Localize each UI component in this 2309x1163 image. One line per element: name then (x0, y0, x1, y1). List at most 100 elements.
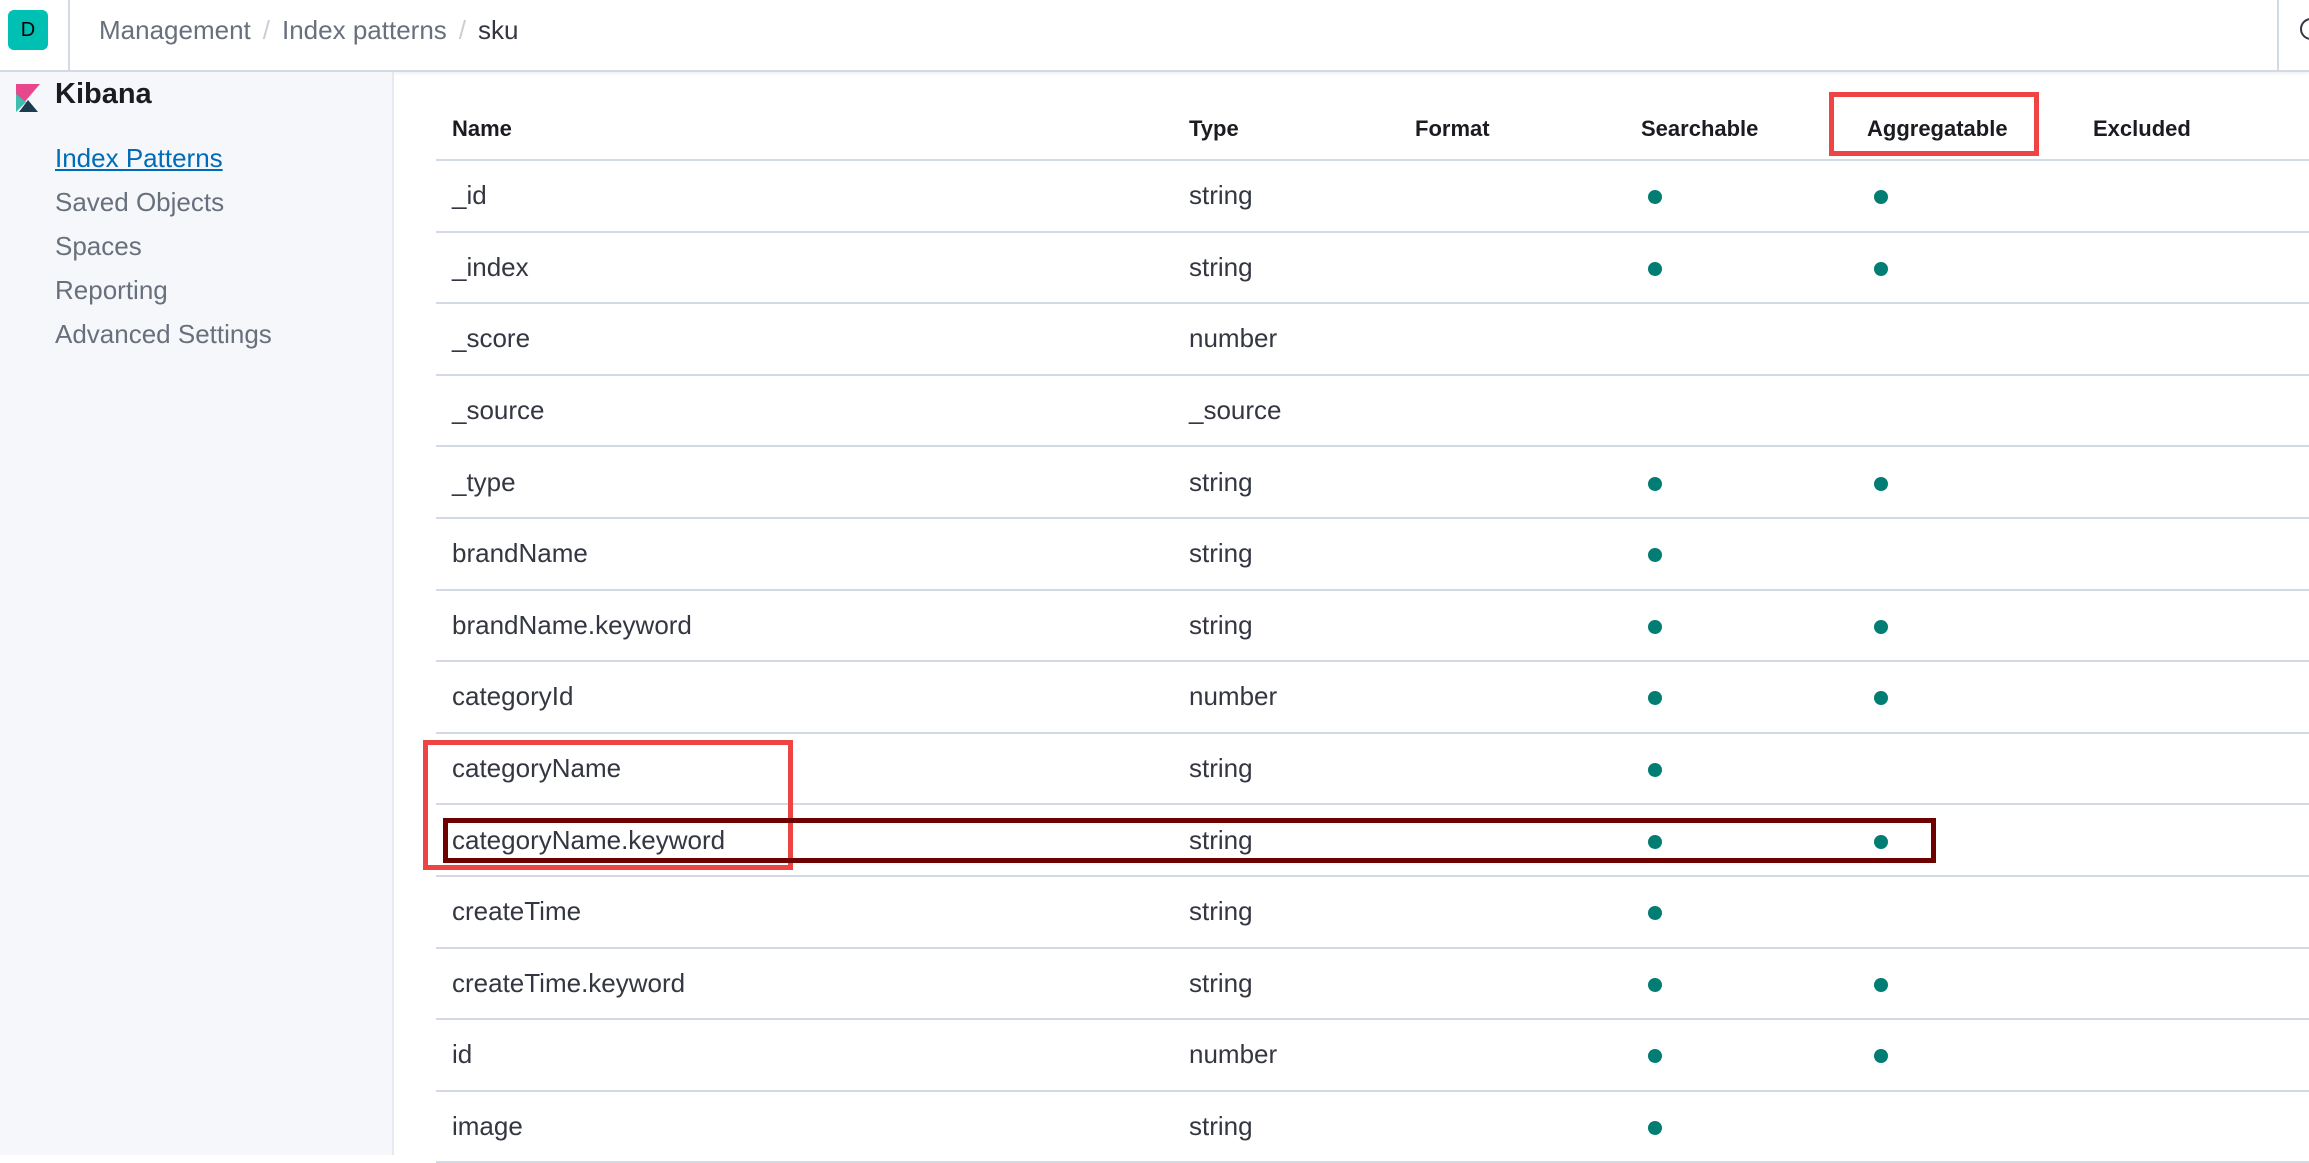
table-row[interactable]: createTime string (436, 875, 2309, 949)
field-aggregatable (1851, 517, 2077, 591)
field-type: string (1173, 160, 1399, 233)
field-format (1399, 732, 1625, 806)
field-type: string (1173, 804, 1399, 877)
column-header-name[interactable]: Name (436, 98, 1173, 161)
breadcrumb-current: sku (478, 15, 519, 45)
aggregatable-dot-icon (1874, 261, 1888, 276)
field-name: _score (436, 303, 1173, 376)
field-aggregatable (1851, 231, 2077, 305)
searchable-dot-icon (1648, 476, 1662, 491)
field-name: brandName (436, 517, 1173, 591)
sidebar-nav: Index Patterns Saved Objects Spaces Reporti… (55, 136, 272, 356)
field-format (1399, 446, 1625, 519)
breadcrumb: Management / Index patterns / sku (99, 14, 518, 46)
field-excluded (2077, 231, 2309, 305)
aggregatable-dot-icon (1874, 834, 1888, 849)
field-aggregatable (1851, 374, 2077, 448)
searchable-dot-icon (1648, 763, 1662, 778)
table-row[interactable]: image string (436, 1090, 2309, 1163)
column-header-aggregatable[interactable]: Aggregatable (1851, 98, 2077, 161)
table-row[interactable]: id number (436, 1019, 2309, 1092)
table-row[interactable]: createTime.keyword string (436, 947, 2309, 1021)
field-name: id (436, 1019, 1173, 1092)
field-excluded (2077, 947, 2309, 1021)
field-searchable (1625, 446, 1851, 519)
field-excluded (2077, 1090, 2309, 1163)
field-excluded (2077, 1019, 2309, 1092)
aggregatable-dot-icon (1874, 977, 1888, 992)
field-searchable (1625, 1019, 1851, 1092)
field-aggregatable (1851, 446, 2077, 519)
field-searchable (1625, 517, 1851, 591)
table-row[interactable]: brandName.keyword string (436, 589, 2309, 663)
field-name: _source (436, 374, 1173, 448)
kibana-logo-icon (16, 84, 40, 112)
table-row[interactable]: categoryName string (436, 732, 2309, 806)
table-row[interactable]: _type string (436, 446, 2309, 519)
sidebar-item-index-patterns[interactable]: Index Patterns (55, 136, 272, 180)
searchable-dot-icon (1648, 1121, 1662, 1136)
field-excluded (2077, 160, 2309, 233)
fields-table: Name Type Format Searchable Aggregatable Excl… (436, 98, 2309, 1163)
table-row[interactable]: _id string (436, 160, 2309, 233)
main-content: Name Type Format Searchable Aggregatable Excl… (396, 72, 2309, 1163)
column-header-format[interactable]: Format (1399, 98, 1625, 161)
breadcrumb-index-patterns[interactable]: Index patterns (282, 14, 447, 46)
top-bar: D Management / Index patterns / sku (0, 0, 2309, 72)
field-aggregatable (1851, 1019, 2077, 1092)
sidebar-item-reporting[interactable]: Reporting (55, 268, 272, 312)
searchable-dot-icon (1648, 619, 1662, 634)
field-format (1399, 875, 1625, 949)
table-header-row: Name Type Format Searchable Aggregatable Excl… (436, 98, 2309, 161)
sidebar-title: Kibana (55, 78, 152, 110)
field-name: _index (436, 231, 1173, 305)
field-excluded (2077, 875, 2309, 949)
field-type: _source (1173, 374, 1399, 448)
field-searchable (1625, 303, 1851, 376)
searchable-dot-icon (1648, 190, 1662, 205)
field-excluded (2077, 589, 2309, 663)
field-excluded (2077, 732, 2309, 806)
field-name: image (436, 1090, 1173, 1163)
field-name: _type (436, 446, 1173, 519)
table-row[interactable]: brandName string (436, 517, 2309, 591)
sidebar: Kibana Index Patterns Saved Objects Spaces… (0, 72, 394, 1155)
column-header-excluded[interactable]: Excluded (2077, 98, 2309, 161)
field-format (1399, 1019, 1625, 1092)
field-aggregatable (1851, 661, 2077, 734)
field-type: number (1173, 1019, 1399, 1092)
field-searchable (1625, 947, 1851, 1021)
table-row[interactable]: _score number (436, 303, 2309, 376)
field-searchable (1625, 1090, 1851, 1163)
searchable-dot-icon (1648, 261, 1662, 276)
field-type: string (1173, 875, 1399, 949)
field-searchable (1625, 875, 1851, 949)
table-row[interactable]: _index string (436, 231, 2309, 305)
sidebar-item-spaces[interactable]: Spaces (55, 224, 272, 268)
field-aggregatable (1851, 160, 2077, 233)
field-name: createTime.keyword (436, 947, 1173, 1021)
help-icon[interactable] (2300, 18, 2309, 40)
breadcrumb-management[interactable]: Management (99, 14, 251, 46)
field-name: createTime (436, 875, 1173, 949)
table-row[interactable]: categoryId number (436, 661, 2309, 734)
searchable-dot-icon (1648, 977, 1662, 992)
sidebar-item-saved-objects[interactable]: Saved Objects (55, 180, 272, 224)
table-row[interactable]: _source _source (436, 374, 2309, 448)
field-name: brandName.keyword (436, 589, 1173, 663)
field-type: string (1173, 732, 1399, 806)
column-header-searchable[interactable]: Searchable (1625, 98, 1851, 161)
field-excluded (2077, 446, 2309, 519)
field-searchable (1625, 732, 1851, 806)
column-header-type[interactable]: Type (1173, 98, 1399, 161)
field-searchable (1625, 160, 1851, 233)
field-aggregatable (1851, 589, 2077, 663)
field-aggregatable (1851, 732, 2077, 806)
field-searchable (1625, 804, 1851, 877)
field-name: categoryId (436, 661, 1173, 734)
table-row[interactable]: categoryName.keyword string (436, 804, 2309, 877)
breadcrumb-separator: / (458, 15, 467, 45)
user-avatar[interactable]: D (8, 10, 48, 50)
field-excluded (2077, 661, 2309, 734)
sidebar-item-advanced-settings[interactable]: Advanced Settings (55, 312, 272, 356)
